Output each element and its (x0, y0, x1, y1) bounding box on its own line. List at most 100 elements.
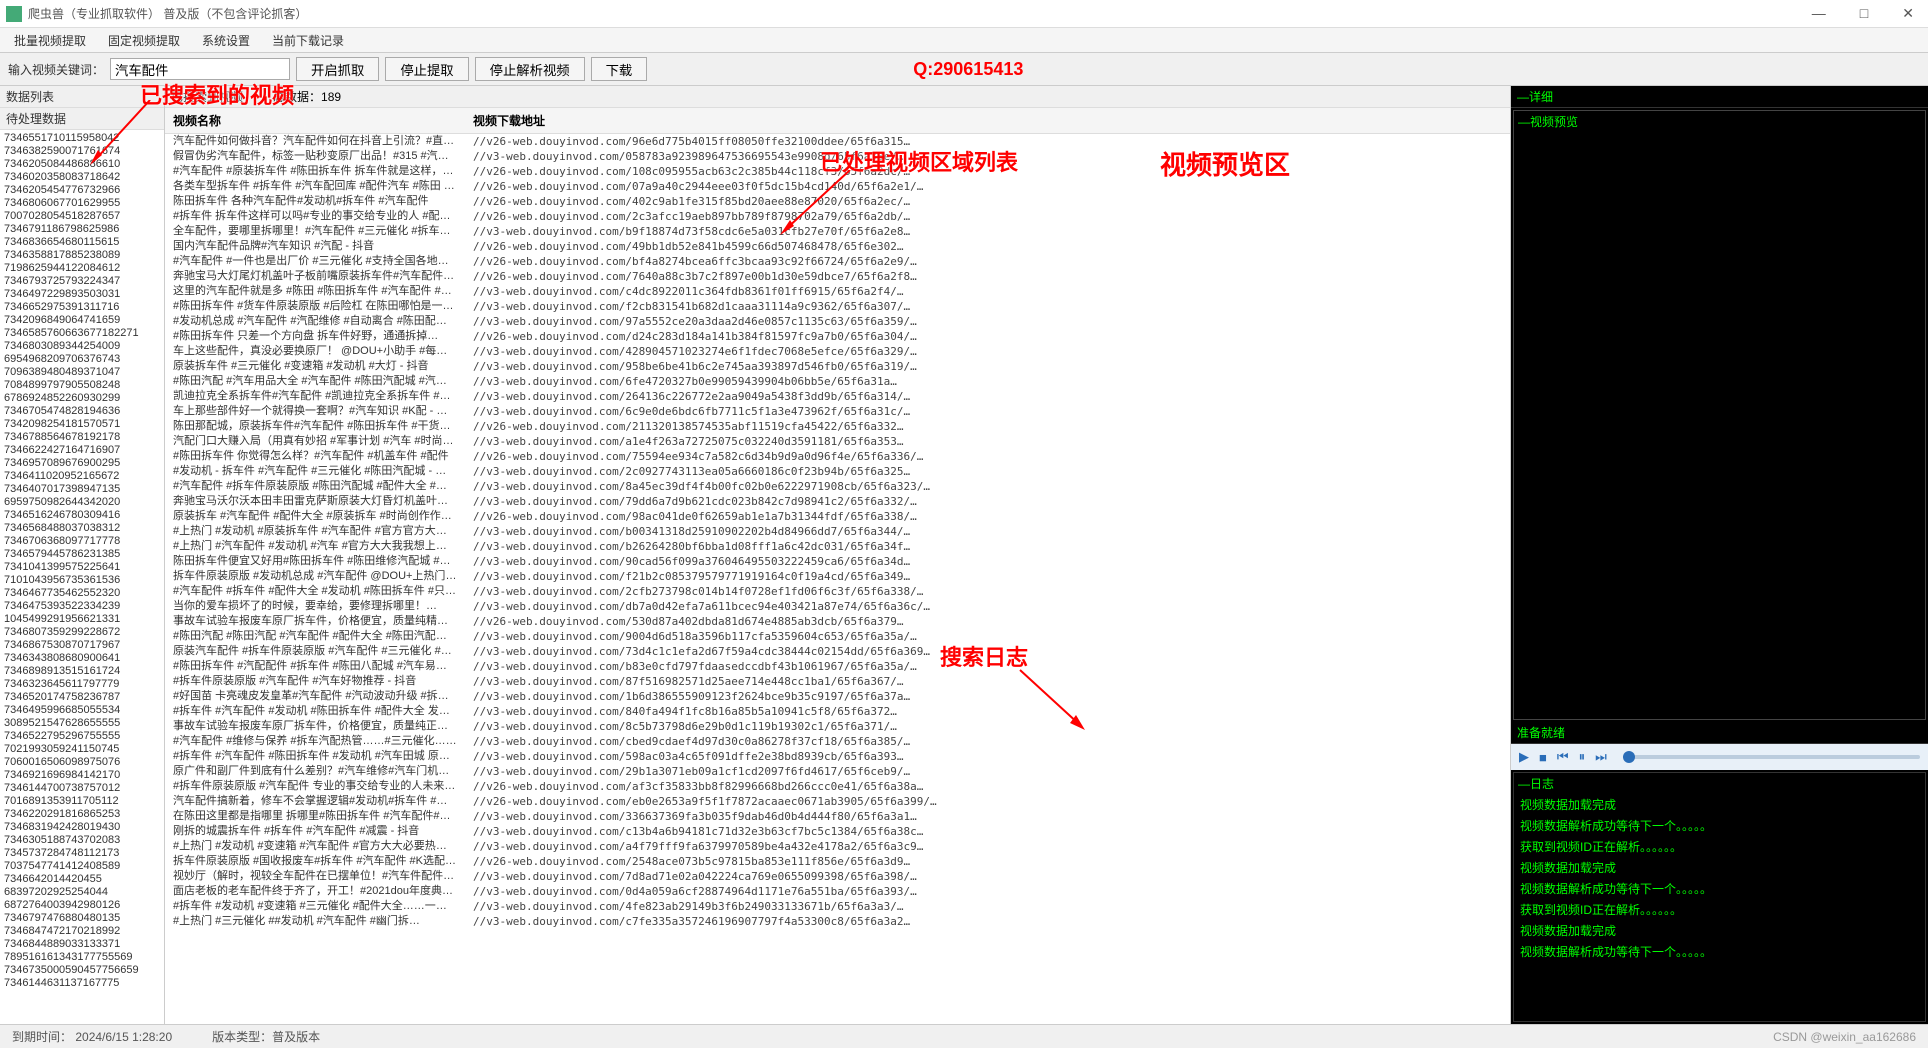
list-item[interactable]: 7346407017398947135 (4, 483, 160, 496)
list-item[interactable]: 7342096849064741659 (4, 314, 160, 327)
list-item[interactable]: 7346323645611797779 (4, 678, 160, 691)
table-row[interactable]: 汽车配件搞新着，修车不会掌握逻辑#发动机#拆车件 #汽车配…//v26-web.… (165, 794, 1510, 809)
table-row[interactable]: #拆车件 #发动机 #变速箱 #三元催化 #配件大全……一件也是批发价……//v… (165, 899, 1510, 914)
list-item[interactable]: 7060016506098975076 (4, 756, 160, 769)
list-item[interactable]: 7346497229893503031 (4, 288, 160, 301)
list-item[interactable]: 6786924852260930299 (4, 392, 160, 405)
list-item[interactable]: 7346144700738757012 (4, 782, 160, 795)
list-item[interactable]: 7096389480489371047 (4, 366, 160, 379)
pause-icon[interactable]: ⏸ (1579, 749, 1586, 765)
list-item[interactable]: 3089521547628655555 (4, 717, 160, 730)
list-item[interactable]: 7346205084486886610 (4, 158, 160, 171)
table-row[interactable]: 原广件和副厂件到底有什么差别？#汽车维修#汽车门机盖汽车…//v3-web.do… (165, 764, 1510, 779)
list-item[interactable]: 7346520174758236787 (4, 691, 160, 704)
table-row[interactable]: 各类车型拆车件 #拆车件 #汽车配回库 #配件汽车 #陈田 …//v26-web… (165, 179, 1510, 194)
table-row[interactable]: 拆车件原装原版 #发动机总成 #汽车配件 @DOU+上热门 - 抖音//v3-w… (165, 569, 1510, 584)
seek-slider[interactable] (1623, 755, 1920, 759)
log-panel[interactable]: —日志 视频数据加载完成视频数据解析成功等待下一个。。。。。获取到视频ID正在解… (1513, 772, 1926, 1022)
table-row[interactable]: #上热门 #汽车配件 #发动机 #汽车 #官方大大我我想上热门 - 抖音//v3… (165, 539, 1510, 554)
list-item[interactable]: 7037547741412408589 (4, 860, 160, 873)
list-item[interactable]: 7198625944122084612 (4, 262, 160, 275)
table-row[interactable]: 刚拆的城震拆车件 #拆车件 #汽车配件 #减震 - 抖音//v3-web.dou… (165, 824, 1510, 839)
list-item[interactable]: 7346382590071761674 (4, 145, 160, 158)
list-item[interactable]: 7346957089676900295 (4, 457, 160, 470)
list-item[interactable]: 7346579445786231385 (4, 548, 160, 561)
table-row[interactable]: #上热门 #发动机 #变速箱 #汽车配件 #官方大大必要热门 #陈…//v3-w… (165, 839, 1510, 854)
table-row[interactable]: 这里的汽车配件就是多 #陈田 #陈田拆车件 #汽车配件 #汽配 …//v3-we… (165, 284, 1510, 299)
table-row[interactable]: 视妙厅（解时，视较全车配件在已摆单位！#汽车件配件#汽车…//v3-web.do… (165, 869, 1510, 884)
list-item[interactable]: 7346358817885238089 (4, 249, 160, 262)
video-grid[interactable]: 视频名称 视频下载地址 汽车配件如何做抖音？汽车配件如何在抖音上引流？#直播运营… (165, 108, 1510, 1024)
list-item[interactable]: 6959750982644342020 (4, 496, 160, 509)
table-row[interactable]: #好国苗 卡亮魂皮发皇革#汽车配件 #汽动波动升级 #拆车件…//v3-web.… (165, 689, 1510, 704)
table-row[interactable]: #汽车配件 #一件也是出厂价 #三元催化 #支持全国各地发…//v26-web.… (165, 254, 1510, 269)
table-row[interactable]: #汽车配件 #维修与保养 #拆车汽配热管……#三元催化……减震…//v3-web… (165, 734, 1510, 749)
list-item[interactable]: 7021993059241150745 (4, 743, 160, 756)
list-item[interactable]: 7346797476880480135 (4, 912, 160, 925)
table-row[interactable]: #拆车件原装原版 #汽车配件 #汽车好物推荐 - 抖音//v3-web.douy… (165, 674, 1510, 689)
list-item[interactable]: 7346144631137167775 (4, 977, 160, 990)
col-download-url[interactable]: 视频下载地址 (465, 108, 1510, 134)
table-row[interactable]: #拆车件 拆车件这样可以吗#专业的事交给专业的人 #配件大全 #…//v26-w… (165, 209, 1510, 224)
stop-button[interactable]: 停止提取 (385, 57, 468, 81)
list-item[interactable]: 7346847472170218992 (4, 925, 160, 938)
list-item[interactable]: 7346568488037038312 (4, 522, 160, 535)
table-row[interactable]: #发动机 - 拆车件 #汽车配件 #三元催化 #陈田汽配城 - 抖音//v3-w… (165, 464, 1510, 479)
list-item[interactable]: 7342098254181570571 (4, 418, 160, 431)
table-row[interactable]: 汽车配件如何做抖音？汽车配件如何在抖音上引流？#直播运营 #…//v26-web… (165, 134, 1510, 150)
table-row[interactable]: #拆车件 #汽车配件 #陈田拆车件 #发动机 #汽车田城 原厂…//v3-web… (165, 749, 1510, 764)
list-item[interactable]: 7346806067701629955 (4, 197, 160, 210)
list-item[interactable]: 7346622427164716907 (4, 444, 160, 457)
list-item[interactable]: 7346793725793224347 (4, 275, 160, 288)
table-row[interactable]: 原装拆车 #汽车配件 #配件大全 #原装拆车 #时尚创作作伙中心 …//v26-… (165, 509, 1510, 524)
list-item[interactable]: 7346642014420455 (4, 873, 160, 886)
table-row[interactable]: 在陈田这里都是指哪里 拆哪里#陈田拆车件 #汽车配件#哪怕一条线…//v3-we… (165, 809, 1510, 824)
table-row[interactable]: #上热门 #三元催化 ##发动机 #汽车配件 #幽门拆… //v3-web.do… (165, 914, 1510, 929)
table-row[interactable]: #陈田拆车件 #货车件原装原版 #后险杠 在陈田哪怕是一根线…//v3-web.… (165, 299, 1510, 314)
col-video-name[interactable]: 视频名称 (165, 108, 465, 134)
list-item[interactable]: 6872764003942980126 (4, 899, 160, 912)
close-button[interactable]: ✕ (1894, 3, 1922, 24)
table-row[interactable]: 陈田拆车件 各种汽车配件#发动机#拆车件 #汽车配件//v26-web.douy… (165, 194, 1510, 209)
list-item[interactable]: 7346475393522334239 (4, 600, 160, 613)
table-row[interactable]: 事故车试验车报废车原厂拆车件，价格便宜，质量纯正，量差无…//v3-web.do… (165, 719, 1510, 734)
list-item[interactable]: 7346495996685055534 (4, 704, 160, 717)
table-row[interactable]: #汽车配件 #拆车件原装原版 #陈田汽配城 #配件大全 #陈田拆…//v3-we… (165, 479, 1510, 494)
list-item[interactable]: 7346020358083718642 (4, 171, 160, 184)
list-item[interactable]: 7346652975391311716 (4, 301, 160, 314)
menu-download-log[interactable]: 当前下载记录 (262, 30, 354, 51)
minimize-button[interactable]: — (1804, 3, 1834, 24)
list-item[interactable]: 7346551710115958042 (4, 132, 160, 145)
list-item[interactable]: 68397202925254044 (4, 886, 160, 899)
list-item[interactable]: 7346803089344254009 (4, 340, 160, 353)
prev-icon[interactable]: ⏮ (1557, 749, 1569, 765)
stop-icon[interactable]: ■ (1539, 750, 1547, 765)
table-row[interactable]: 汽配门口大赚入局（用真有妙招 #军事计划 #汽车 #时尚汽车 - 抖…//v3-… (165, 434, 1510, 449)
list-item[interactable]: 7101043956735361536 (4, 574, 160, 587)
list-item[interactable]: 1045499291956621331 (4, 613, 160, 626)
list-item[interactable]: 7346788564678192178 (4, 431, 160, 444)
list-item[interactable]: 7346735000590457756659 (4, 964, 160, 977)
table-row[interactable]: 拆车件原装原版 #国收报废车#拆车件 #汽车配件 #K选配件 将来…//v26-… (165, 854, 1510, 869)
list-item[interactable]: 7346522795296755555 (4, 730, 160, 743)
play-icon[interactable]: ▶ (1519, 749, 1529, 765)
table-row[interactable]: #陈田汽配 #陈田汽配 #汽车配件 #配件大全 #陈田汽配城 - 抖音//v3-… (165, 629, 1510, 644)
list-item[interactable]: 7346220291816865253 (4, 808, 160, 821)
table-row[interactable]: 奔驰宝马沃尔沃本田丰田雷克萨斯原装大灯昏灯机盖叶子板挡…//v3-web.dou… (165, 494, 1510, 509)
list-item[interactable]: 7016891353911705112 (4, 795, 160, 808)
list-item[interactable]: 6954968209706376743 (4, 353, 160, 366)
list-item[interactable]: 7346205454776732966 (4, 184, 160, 197)
list-item[interactable]: 7346791186798625986 (4, 223, 160, 236)
table-row[interactable]: #陈田拆车件 只差一个方向盘 拆车件好野，通通拆掉…//v26-web.douy… (165, 329, 1510, 344)
id-list[interactable]: 7346551710115958042734638259007176167473… (0, 130, 164, 1024)
table-row[interactable]: #上热门 #发动机 #原装拆车件 #汽车配件 #官方官方大爱官方热…//v3-w… (165, 524, 1510, 539)
table-row[interactable]: 全车配件，要哪里拆哪里！#汽车配件 #三元催化 #拆车件 #发动…//v3-we… (165, 224, 1510, 239)
list-item[interactable]: 7346585760663677182271 (4, 327, 160, 340)
list-item[interactable]: 7346706368097717778 (4, 535, 160, 548)
keyword-input[interactable] (110, 58, 290, 80)
download-button[interactable]: 下载 (591, 57, 648, 81)
menu-batch-extract[interactable]: 批量视频提取 (4, 30, 96, 51)
stop-parse-button[interactable]: 停止解析视频 (475, 57, 585, 81)
list-item[interactable]: 7346411020952165672 (4, 470, 160, 483)
list-item[interactable]: 7346305188743702083 (4, 834, 160, 847)
